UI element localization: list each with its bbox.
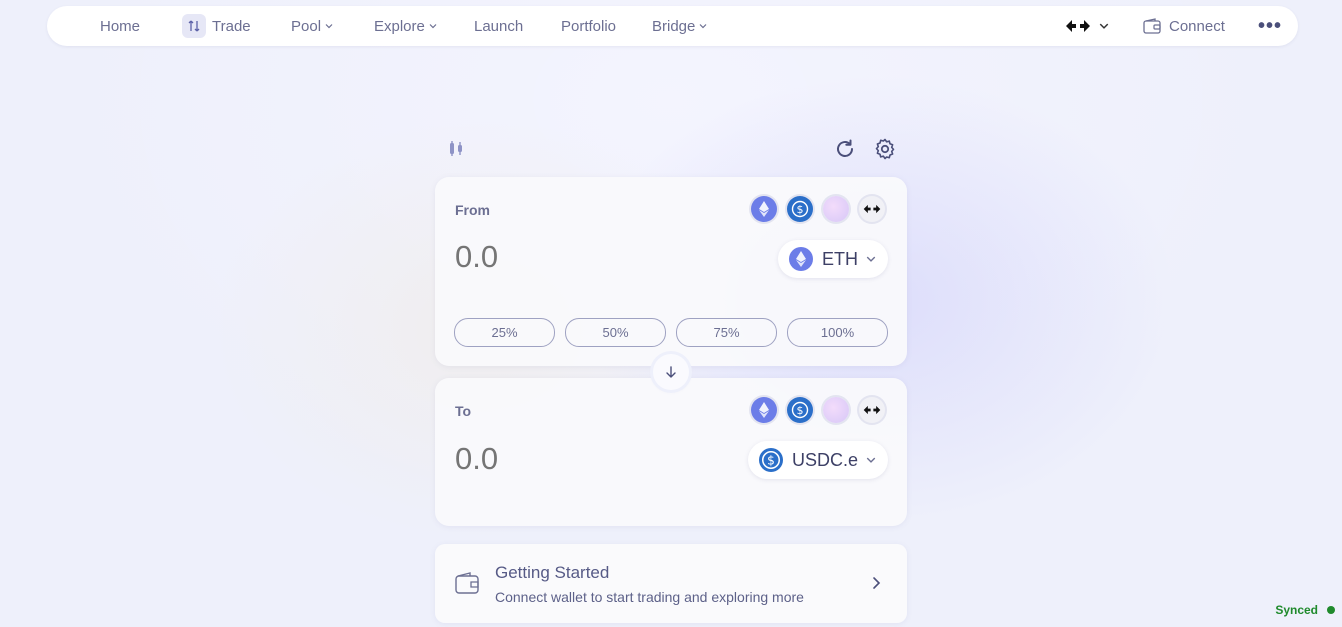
nav-launch[interactable]: Launch <box>474 6 523 46</box>
from-token-select[interactable]: ETH <box>778 240 888 278</box>
nav-pool-label: Pool <box>291 17 322 35</box>
usdc-token-icon[interactable]: $ <box>787 397 813 423</box>
from-amount-input[interactable] <box>455 239 715 275</box>
chevron-down-icon <box>699 24 707 29</box>
from-quick-tokens: $ <box>751 196 885 222</box>
nav-trade-label: Trade <box>212 17 251 35</box>
swap-direction-button[interactable] <box>653 354 689 390</box>
chevron-right-icon <box>873 577 881 589</box>
sync-status-text: Synced <box>1275 603 1318 617</box>
chevron-down-icon <box>429 24 437 29</box>
wallet-icon <box>1143 18 1161 34</box>
chart-candle-icon[interactable] <box>447 139 467 159</box>
chevron-down-icon <box>866 457 876 463</box>
top-nav: Home Trade Pool Explore Launch Portfolio… <box>47 6 1298 46</box>
network-selector[interactable] <box>1065 6 1109 46</box>
to-label: To <box>455 403 472 419</box>
from-panel: From $ ETH 25% 50% 75% 100% <box>435 177 907 366</box>
to-amount-input[interactable] <box>455 441 715 477</box>
nav-trade[interactable]: Trade <box>182 6 251 46</box>
token-icon-pink[interactable] <box>823 196 849 222</box>
usdc-token-icon[interactable]: $ <box>787 196 813 222</box>
network-token-icon[interactable] <box>859 196 885 222</box>
to-panel: To $ $ USDC.e <box>435 378 907 526</box>
to-token-select[interactable]: $ USDC.e <box>747 441 888 479</box>
wallet-icon <box>455 572 479 594</box>
more-menu-button[interactable]: ••• <box>1258 6 1282 46</box>
more-icon: ••• <box>1258 14 1283 37</box>
network-token-icon[interactable] <box>859 397 885 423</box>
to-quick-tokens: $ <box>751 397 885 423</box>
sync-status-dot <box>1327 606 1335 614</box>
to-token-name: USDC.e <box>791 449 858 470</box>
nav-bridge-label: Bridge <box>652 17 696 35</box>
getting-started-subtitle: Connect wallet to start trading and expl… <box>495 589 804 605</box>
chevron-down-icon <box>866 256 876 262</box>
chevron-down-icon <box>1099 23 1109 29</box>
svg-text:$: $ <box>767 453 775 467</box>
nav-portfolio-label: Portfolio <box>561 17 617 35</box>
settings-gear-icon[interactable] <box>873 137 897 161</box>
getting-started-title: Getting Started <box>495 563 610 582</box>
nav-home[interactable]: Home <box>100 6 140 46</box>
svg-text:$: $ <box>797 404 804 417</box>
connect-label: Connect <box>1169 17 1225 35</box>
connect-button[interactable]: Connect <box>1143 6 1225 46</box>
token-icon-pink[interactable] <box>823 397 849 423</box>
from-token-name: ETH <box>822 248 858 269</box>
nav-explore[interactable]: Explore <box>374 6 437 46</box>
network-arrows-icon <box>1066 20 1090 32</box>
getting-started-card[interactable]: Getting Started Connect wallet to start … <box>435 544 907 623</box>
nav-home-label: Home <box>100 17 141 35</box>
nav-bridge[interactable]: Bridge <box>652 6 707 46</box>
chevron-down-icon <box>325 24 333 29</box>
eth-icon <box>789 247 813 271</box>
nav-portfolio[interactable]: Portfolio <box>561 6 616 46</box>
pct-100-button[interactable]: 100% <box>787 318 888 347</box>
eth-token-icon[interactable] <box>751 196 777 222</box>
refresh-icon[interactable] <box>833 137 857 161</box>
nav-pool[interactable]: Pool <box>291 6 333 46</box>
nav-launch-label: Launch <box>474 17 524 35</box>
pct-25-button[interactable]: 25% <box>454 318 555 347</box>
pct-75-button[interactable]: 75% <box>676 318 777 347</box>
svg-text:$: $ <box>797 203 804 216</box>
pct-50-button[interactable]: 50% <box>565 318 666 347</box>
trade-icon <box>182 14 206 38</box>
percent-buttons: 25% 50% 75% 100% <box>454 318 888 347</box>
usdc-icon: $ <box>758 448 783 472</box>
from-label: From <box>455 202 490 218</box>
eth-token-icon[interactable] <box>751 397 777 423</box>
arrow-down-icon <box>666 366 676 378</box>
nav-explore-label: Explore <box>374 17 425 35</box>
